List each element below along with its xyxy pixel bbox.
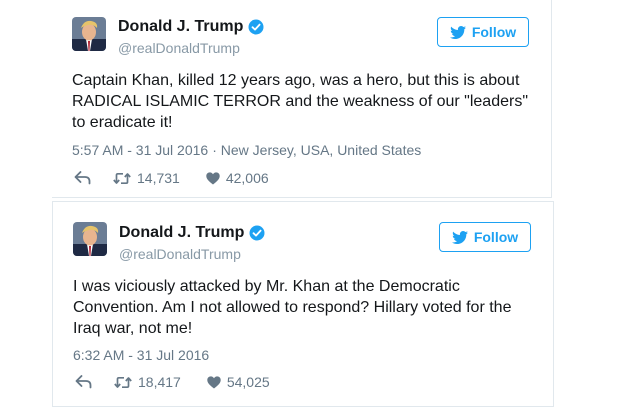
reply-icon[interactable] [75, 375, 92, 389]
avatar[interactable] [73, 222, 107, 256]
tweet-card: Donald J. Trump @realDonaldTrump Follow … [52, 0, 552, 198]
display-name[interactable]: Donald J. Trump [118, 18, 243, 36]
tweet-actions: 14,731 42,006 [74, 170, 269, 186]
follow-button[interactable]: Follow [437, 17, 529, 47]
retweet-action[interactable]: 14,731 [113, 170, 180, 186]
follow-button-label: Follow [471, 24, 517, 40]
avatar[interactable] [72, 17, 106, 51]
retweet-icon[interactable] [114, 376, 132, 389]
like-action[interactable]: 42,006 [206, 170, 269, 186]
tweet-text: I was viciously attacked by Mr. Khan at … [73, 278, 512, 337]
tweet-timestamp[interactable]: 6:32 AM - 31 Jul 2016 [73, 347, 209, 363]
display-name-row: Donald J. Trump [118, 18, 264, 36]
verified-badge-icon [249, 225, 265, 241]
reply-icon[interactable] [74, 171, 91, 185]
tweet-meta: 5:57 AM - 31 Jul 2016 · New Jersey, USA, … [72, 142, 421, 158]
user-handle[interactable]: @realDonaldTrump [119, 246, 241, 262]
heart-icon[interactable] [207, 375, 221, 389]
like-action[interactable]: 54,025 [207, 374, 270, 390]
tweet-meta: 6:32 AM - 31 Jul 2016 [73, 347, 209, 363]
tweet-text: Captain Khan, killed 12 years ago, was a… [72, 72, 528, 131]
like-count: 42,006 [225, 170, 269, 186]
twitter-bird-icon [449, 25, 466, 39]
tweet-screenshot: Donald J. Trump @realDonaldTrump Follow … [0, 0, 618, 412]
retweet-count: 14,731 [137, 170, 180, 186]
like-count: 54,025 [226, 374, 270, 390]
display-name-row: Donald J. Trump [119, 224, 265, 242]
display-name[interactable]: Donald J. Trump [119, 224, 244, 242]
follow-button-label: Follow [473, 229, 519, 245]
tweet-actions: 18,417 54,025 [75, 374, 270, 390]
retweet-icon[interactable] [113, 172, 131, 185]
verified-badge-icon [248, 19, 264, 35]
tweet-card: Donald J. Trump @realDonaldTrump Follow … [52, 201, 554, 407]
user-handle[interactable]: @realDonaldTrump [118, 40, 240, 56]
retweet-action[interactable]: 18,417 [114, 374, 181, 390]
follow-button[interactable]: Follow [439, 222, 531, 252]
heart-icon[interactable] [206, 171, 220, 185]
tweet-timestamp[interactable]: 5:57 AM - 31 Jul 2016 [72, 142, 208, 158]
retweet-count: 18,417 [138, 374, 181, 390]
tweet-location[interactable]: · New Jersey, USA, United States [212, 142, 421, 158]
twitter-bird-icon [451, 230, 468, 244]
